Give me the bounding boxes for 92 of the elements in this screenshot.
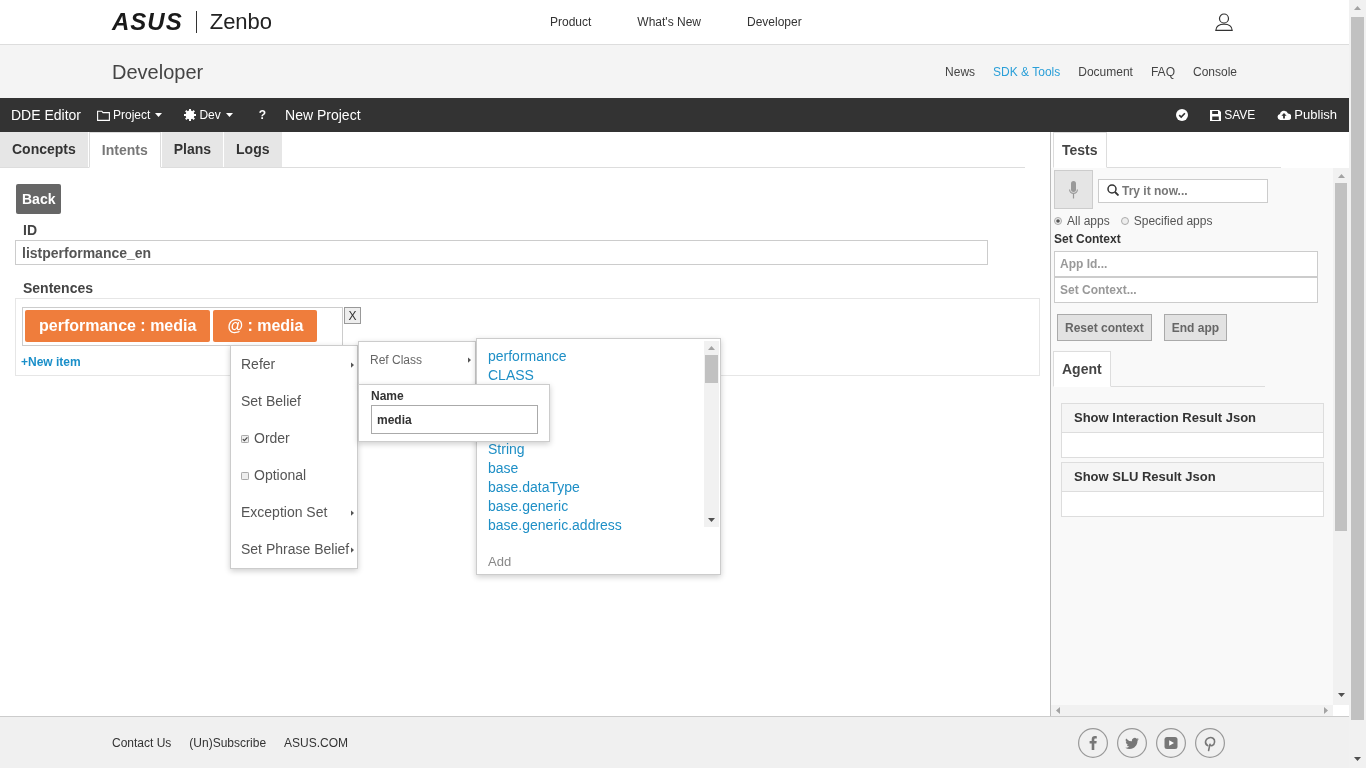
nav-link[interactable]: Developer [747, 13, 802, 31]
twitter-icon[interactable] [1117, 727, 1147, 758]
panel-header[interactable]: Show Interaction Result Json [1061, 403, 1324, 433]
menu-item[interactable]: Set Belief [231, 383, 357, 420]
field-label: Set Context [1054, 232, 1121, 246]
nav-link[interactable]: FAQ [1150, 62, 1175, 81]
check-circle-icon[interactable] [1176, 109, 1189, 121]
nav-link[interactable]: Document [1078, 62, 1133, 81]
footer-link[interactable]: (Un)Subscribe [189, 733, 267, 752]
search-field[interactable]: Try it now... [1098, 179, 1268, 203]
tab[interactable]: Agent [1053, 351, 1111, 387]
tab[interactable]: Plans [161, 132, 224, 167]
class-item[interactable]: base [488, 460, 704, 477]
nav-link[interactable]: Console [1192, 62, 1237, 81]
menu-item[interactable]: Refer [231, 346, 357, 383]
gear-icon [184, 109, 197, 121]
caret-right-icon [468, 357, 471, 363]
add-link[interactable]: Add [488, 552, 512, 572]
action-button[interactable]: Reset context [1057, 314, 1152, 341]
page-title: Developer [112, 59, 204, 85]
scrollbar-thumb[interactable] [1351, 17, 1364, 720]
caret-down-icon[interactable] [708, 518, 715, 522]
radio-option[interactable]: Specified apps [1120, 214, 1213, 228]
action-button[interactable]: End app [1163, 314, 1228, 341]
class-item[interactable]: base.generic [488, 498, 704, 515]
search-icon [1107, 184, 1119, 196]
caret-up-icon[interactable] [1354, 6, 1361, 10]
publish-button[interactable]: Publish [1277, 105, 1337, 125]
menu-item[interactable]: Set Phrase Belief [231, 531, 357, 568]
footer-link[interactable]: ASUS.COM [284, 733, 349, 752]
save-button[interactable]: SAVE [1210, 106, 1256, 124]
back-button[interactable]: Back [16, 184, 62, 214]
cloud-upload-icon [1277, 110, 1292, 120]
menu-item[interactable]: Ref Class [359, 342, 475, 378]
app-title: DDE Editor [11, 105, 82, 125]
name-field[interactable]: media [371, 405, 538, 434]
footer-link[interactable]: Contact Us [112, 733, 172, 752]
radio-option[interactable]: All apps [1054, 214, 1110, 228]
help-button[interactable]: ? [258, 106, 267, 124]
scrollbar-thumb[interactable] [705, 355, 718, 383]
class-item[interactable]: base.generic.address [488, 517, 704, 534]
id-field[interactable]: listperformance_en [15, 240, 988, 265]
caret-right-icon [351, 361, 354, 368]
project-name: New Project [285, 105, 361, 125]
class-item[interactable]: base.dataType [488, 479, 704, 496]
facebook-icon[interactable] [1078, 727, 1108, 758]
caret-down-icon[interactable] [1354, 757, 1361, 761]
menu-item[interactable]: Order [231, 420, 357, 457]
youtube-icon[interactable] [1156, 727, 1186, 758]
field-label: Sentences [23, 280, 94, 296]
menu-button[interactable]: Project [97, 106, 163, 124]
scrollbar-track[interactable] [1333, 168, 1349, 705]
menu-item[interactable]: Optional [231, 457, 357, 494]
field-label: Name [371, 389, 404, 403]
class-item[interactable]: String [488, 441, 704, 458]
tab[interactable]: Intents [88, 132, 161, 168]
text-field[interactable]: Set Context... [1054, 277, 1318, 303]
scrollbar-track[interactable] [1349, 0, 1366, 768]
nav-link[interactable]: News [945, 62, 976, 81]
pinterest-icon[interactable] [1195, 727, 1225, 758]
microphone-icon [1069, 180, 1078, 199]
tab[interactable]: Tests [1053, 132, 1107, 168]
scrollbar-track[interactable] [704, 341, 719, 527]
field-label: ID [23, 222, 37, 238]
text-field[interactable]: App Id... [1054, 251, 1318, 277]
scrollbar-track[interactable] [1051, 705, 1333, 716]
class-item[interactable]: performance [488, 348, 704, 365]
caret-right-icon [351, 546, 354, 553]
remove-button[interactable]: X [344, 307, 361, 324]
panel-header[interactable]: Show SLU Result Json [1061, 462, 1324, 492]
caret-right-icon[interactable] [1324, 707, 1328, 714]
caret-down-icon [155, 113, 163, 117]
tab[interactable]: Concepts [0, 132, 88, 167]
caret-left-icon[interactable] [1056, 707, 1060, 714]
folder-icon [97, 109, 111, 121]
caret-right-icon [351, 509, 354, 516]
logo-wordmark: ASUS [112, 10, 183, 34]
microphone-button[interactable] [1054, 170, 1093, 209]
tab[interactable]: Logs [224, 132, 282, 167]
class-item[interactable]: CLASS [488, 367, 704, 384]
caret-down-icon[interactable] [1337, 693, 1345, 697]
nav-link[interactable]: Product [550, 13, 592, 31]
scrollbar-thumb[interactable] [1335, 183, 1347, 531]
caret-up-icon[interactable] [1337, 174, 1345, 178]
menu-item[interactable]: Exception Set [231, 494, 357, 531]
nav-link[interactable]: What's New [637, 13, 701, 31]
caret-up-icon[interactable] [708, 346, 715, 350]
product-name: Zenbo [209, 11, 273, 33]
menu-button[interactable]: Dev [184, 106, 233, 124]
new-item-link[interactable]: +New item [21, 353, 81, 371]
user-icon[interactable] [1215, 13, 1233, 31]
caret-down-icon [225, 113, 233, 117]
